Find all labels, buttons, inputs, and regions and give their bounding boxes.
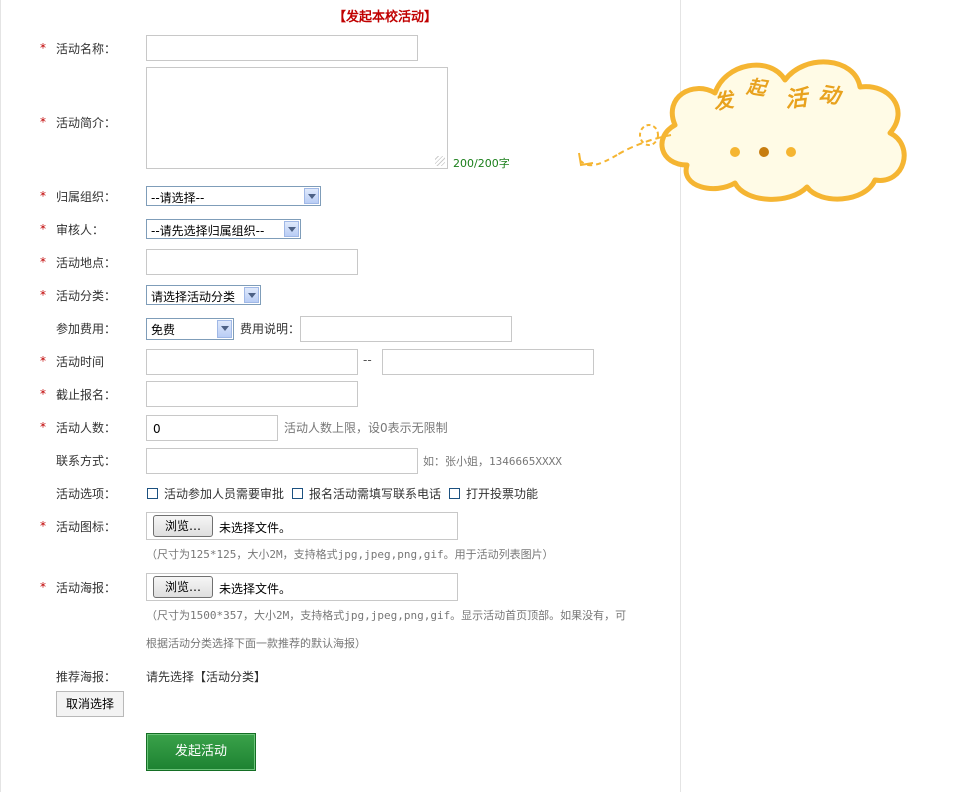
poster-label: 活动海报： (56, 581, 117, 595)
count-hint: 活动人数上限，设0表示无限制 (284, 421, 448, 435)
required-star: * (40, 255, 46, 269)
voting-checkbox[interactable] (449, 488, 460, 499)
poster-no-file-text: 未选择文件。 (219, 582, 292, 596)
fee-select-value: 免费 (151, 323, 176, 337)
contact-hint: 如：张小姐，1346665XXXX (423, 455, 562, 468)
chevron-down-icon[interactable] (284, 221, 299, 237)
chevron-down-icon[interactable] (244, 287, 259, 303)
activity-name-label: 活动名称： (56, 42, 117, 56)
activity-intro-label: 活动简介： (56, 116, 117, 130)
required-star: * (40, 354, 46, 368)
resize-grip-icon[interactable] (435, 156, 445, 166)
count-label: 活动人数： (56, 421, 117, 435)
required-star: * (40, 387, 46, 401)
reviewer-select-value: --请先选择归属组织-- (151, 224, 265, 238)
org-select[interactable]: --请选择-- (146, 186, 321, 206)
contact-label: 联系方式： (56, 454, 117, 468)
cloud-icon (578, 59, 907, 202)
category-select-value: 请选择活动分类 (151, 290, 236, 304)
fee-desc-input[interactable] (300, 316, 512, 342)
poster-hint-line2: 根据活动分类选择下面一款推荐的默认海报） (146, 637, 366, 650)
activity-name-input[interactable] (146, 35, 418, 61)
location-input[interactable] (146, 249, 358, 275)
icon-file-input[interactable]: 浏览… 未选择文件。 (146, 512, 458, 540)
poster-file-input[interactable]: 浏览… 未选择文件。 (146, 573, 458, 601)
org-select-value: --请选择-- (151, 191, 205, 205)
deadline-input[interactable] (146, 381, 358, 407)
cloud-text-char: 起 (745, 75, 768, 101)
required-star: * (40, 519, 46, 533)
fee-select[interactable]: 免费 (146, 318, 234, 340)
required-star: * (40, 288, 46, 302)
intro-char-counter: 200/200字 (453, 157, 510, 170)
cloud-illustration: 发 起 活 动 (575, 45, 955, 210)
category-label: 活动分类： (56, 289, 117, 303)
options-label: 活动选项： (56, 487, 117, 501)
icon-hint: （尺寸为125*125，大小2M，支持格式jpg,jpeg,png,gif。用于… (146, 548, 554, 561)
recommend-value: 请先选择【活动分类】 (146, 670, 267, 684)
required-star: * (40, 580, 46, 594)
reviewer-label: 审核人： (56, 223, 105, 237)
org-label: 归属组织： (56, 190, 117, 204)
cancel-selection-button[interactable]: 取消选择 (56, 691, 124, 717)
required-star: * (40, 115, 46, 129)
required-star: * (40, 189, 46, 203)
phone-option-label: 报名活动需填写联系电话 (309, 487, 442, 501)
time-label: 活动时间 (56, 355, 105, 369)
activity-intro-textarea[interactable] (146, 67, 448, 169)
fee-desc-label: 费用说明： (240, 322, 301, 336)
contact-input[interactable] (146, 448, 418, 474)
required-star: * (40, 222, 46, 236)
submit-activity-button[interactable]: 发起活动 (146, 733, 256, 771)
count-input[interactable]: 0 (146, 415, 278, 441)
cloud-text-char: 活 (784, 85, 809, 114)
end-time-input[interactable] (382, 349, 594, 375)
reviewer-select[interactable]: --请先选择归属组织-- (146, 219, 301, 239)
required-star: * (40, 41, 46, 55)
page-title: 【发起本校活动】 (332, 10, 437, 25)
location-label: 活动地点： (56, 256, 117, 270)
left-border (0, 0, 1, 792)
count-input-value: 0 (153, 422, 161, 436)
category-select[interactable]: 请选择活动分类 (146, 285, 261, 305)
approval-option-label: 活动参加人员需要审批 (164, 487, 285, 501)
voting-option-label: 打开投票功能 (466, 487, 539, 501)
start-time-input[interactable] (146, 349, 358, 375)
phone-required-checkbox[interactable] (292, 488, 303, 499)
chevron-down-icon[interactable] (217, 320, 232, 338)
deadline-label: 截止报名： (56, 388, 117, 402)
fee-label: 参加费用： (56, 322, 117, 336)
recommend-label: 推荐海报： (56, 670, 117, 684)
required-star: * (40, 420, 46, 434)
time-separator: -- (363, 353, 372, 367)
poster-browse-button[interactable]: 浏览… (153, 576, 213, 598)
poster-hint-line1: （尺寸为1500*357，大小2M，支持格式jpg,jpeg,png,gif。显… (146, 609, 627, 622)
icon-no-file-text: 未选择文件。 (219, 521, 292, 535)
icon-browse-button[interactable]: 浏览… (153, 515, 213, 537)
chevron-down-icon[interactable] (304, 188, 319, 204)
approval-checkbox[interactable] (147, 488, 158, 499)
icon-label: 活动图标： (56, 520, 117, 534)
